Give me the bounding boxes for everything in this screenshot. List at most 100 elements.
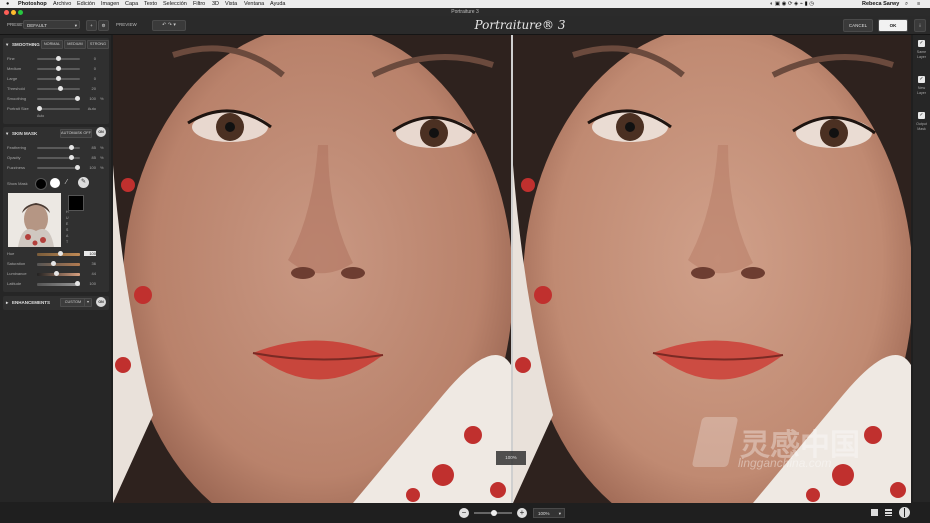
menu-3d[interactable]: 3D xyxy=(212,0,219,8)
single-view-icon[interactable] xyxy=(871,509,878,516)
zoom-out-button[interactable]: − xyxy=(459,508,469,518)
hsl-slider-value: 100 xyxy=(89,281,96,286)
hsl-slider-track[interactable] xyxy=(37,283,80,286)
zoom-slider-knob[interactable] xyxy=(491,510,497,516)
hsl-slider-value: 44 xyxy=(91,271,96,276)
portrait-size-value: Auto xyxy=(87,106,96,111)
zoom-in-button[interactable]: + xyxy=(517,508,527,518)
hsl-slider-label: Hue xyxy=(7,251,15,256)
mask-slider-label: Opacity xyxy=(7,155,21,160)
mask-black-swatch[interactable] xyxy=(35,178,47,190)
smoothing-slider-knob[interactable] xyxy=(57,86,63,91)
ok-button[interactable]: OK xyxy=(878,19,908,32)
menu-ayuda[interactable]: Ayuda xyxy=(270,0,286,8)
mode-strong-button[interactable]: STRONG xyxy=(87,40,109,49)
smoothing-slider-track[interactable] xyxy=(37,98,80,100)
portrait-size-track[interactable] xyxy=(37,108,80,110)
zoom-select[interactable]: 100% ▾ xyxy=(533,508,565,518)
skin-mask-collapse-icon[interactable]: ▾ xyxy=(6,131,8,137)
smoothing-slider-value: 0 xyxy=(93,66,96,71)
undo-redo-group: ↶ ↷ ▾ xyxy=(152,20,186,31)
undo-icon[interactable]: ↶ xyxy=(162,22,166,28)
menu-archivo[interactable]: Archivo xyxy=(53,0,71,8)
menu-app[interactable]: Photoshop xyxy=(18,0,47,8)
mask-unit: % xyxy=(100,165,104,170)
mode-medium-button[interactable]: MEDIUM xyxy=(64,40,86,49)
redo-icon[interactable]: ↷ xyxy=(168,22,172,28)
split-view-icon[interactable] xyxy=(899,507,910,518)
output-label: Layer xyxy=(917,55,926,59)
mask-slider-knob[interactable] xyxy=(75,165,80,170)
mask-slider-value: 85 xyxy=(91,155,96,160)
smoothing-collapse-icon[interactable]: ▾ xyxy=(6,42,8,48)
split-divider[interactable] xyxy=(511,35,513,503)
history-chevron-icon[interactable]: ▾ xyxy=(173,22,176,28)
hsl-slider-track[interactable] xyxy=(37,263,80,266)
mode-normal-button[interactable]: NORMAL xyxy=(41,40,63,49)
enhancements-preset[interactable]: CUSTOM xyxy=(60,298,86,307)
show-mask-label: Show Mask xyxy=(7,181,28,186)
smoothing-slider-knob[interactable] xyxy=(56,76,61,81)
smoothing-slider-knob[interactable] xyxy=(56,56,61,61)
cancel-button[interactable]: CANCEL xyxy=(843,19,873,32)
output-checkbox[interactable]: ✓ xyxy=(918,112,925,119)
smoothing-slider-knob[interactable] xyxy=(56,66,61,71)
menu-vista[interactable]: Vista xyxy=(225,0,237,8)
add-preset-button[interactable]: + xyxy=(86,20,97,31)
hsl-slider-knob[interactable] xyxy=(57,251,63,256)
enhancements-toggle[interactable]: ON xyxy=(96,297,106,307)
smoothing-slider-label: Large xyxy=(7,76,18,81)
status-icons: ◐ ▣ ◉ ⟳ ◈ ⌁ ▮ ◷ xyxy=(770,1,814,7)
menu-filtro[interactable]: Filtro xyxy=(193,0,205,8)
enhancements-chevron-icon[interactable]: ▾ xyxy=(84,298,92,307)
mask-slider-label: Fuzziness xyxy=(7,165,26,170)
automask-button[interactable]: AUTOMASK OFF xyxy=(60,129,92,138)
smoothing-slider-label: Medium xyxy=(7,66,22,71)
mask-slider-label: Feathering xyxy=(7,145,27,150)
minimize-window-button[interactable] xyxy=(11,10,16,15)
zoom-window-button[interactable] xyxy=(18,10,23,15)
smoothing-slider-knob[interactable] xyxy=(75,96,80,101)
preset-value: DEFAULT xyxy=(27,23,47,28)
user-name[interactable]: Rebeca Sarwy xyxy=(862,0,899,8)
before-preview[interactable] xyxy=(113,35,511,503)
menu-seleccion[interactable]: Selección xyxy=(163,0,187,8)
menu-edicion[interactable]: Edición xyxy=(77,0,95,8)
hue-letter: A xyxy=(66,234,69,238)
split-line xyxy=(904,508,905,517)
hue-letter: E xyxy=(66,222,69,226)
mask-slider-value: 85 xyxy=(91,145,96,150)
hsl-slider-knob[interactable] xyxy=(75,281,80,286)
skin-mask-toggle[interactable]: ON xyxy=(96,127,106,137)
preset-dropdown[interactable]: DEFAULT ▾ xyxy=(23,20,80,29)
menu-ventana[interactable]: Ventana xyxy=(244,0,264,8)
hsl-slider-knob[interactable] xyxy=(53,271,59,276)
mask-color-swatch[interactable] xyxy=(68,195,84,211)
portrait-size-knob[interactable] xyxy=(37,106,42,111)
spotlight-icon[interactable]: ⌕ xyxy=(905,0,908,8)
smoothing-title: SMOOTHING xyxy=(12,42,40,47)
info-button[interactable]: i xyxy=(914,19,926,32)
stack-view-icon[interactable] xyxy=(885,509,892,516)
eyedropper-icon[interactable]: ⁄ xyxy=(66,179,67,186)
output-checkbox[interactable]: ✓ xyxy=(918,40,925,47)
smoothing-section xyxy=(3,38,109,124)
mask-slider-track[interactable] xyxy=(37,167,80,169)
mask-thumbnail[interactable] xyxy=(8,193,61,247)
menu-texto[interactable]: Texto xyxy=(144,0,157,8)
enhancements-expand-icon[interactable]: ▸ xyxy=(6,300,8,306)
hsl-slider-knob[interactable] xyxy=(50,261,56,266)
gear-icon[interactable]: ⚙ xyxy=(98,20,109,31)
menu-imagen[interactable]: Imagen xyxy=(101,0,119,8)
output-label: Mask xyxy=(917,127,926,131)
hue-letter: U xyxy=(66,216,69,220)
menu-capa[interactable]: Capa xyxy=(125,0,138,8)
portrait-size-label: Portrait Size xyxy=(7,106,29,111)
picker-icon[interactable]: ✎ xyxy=(78,177,89,188)
mask-white-swatch[interactable] xyxy=(50,178,60,188)
apple-icon[interactable]: ● xyxy=(6,0,9,8)
notification-icon[interactable]: ≡ xyxy=(917,0,920,8)
preview-button[interactable]: PREVIEW xyxy=(116,22,137,27)
close-window-button[interactable] xyxy=(4,10,9,15)
output-checkbox[interactable]: ✓ xyxy=(918,76,925,83)
